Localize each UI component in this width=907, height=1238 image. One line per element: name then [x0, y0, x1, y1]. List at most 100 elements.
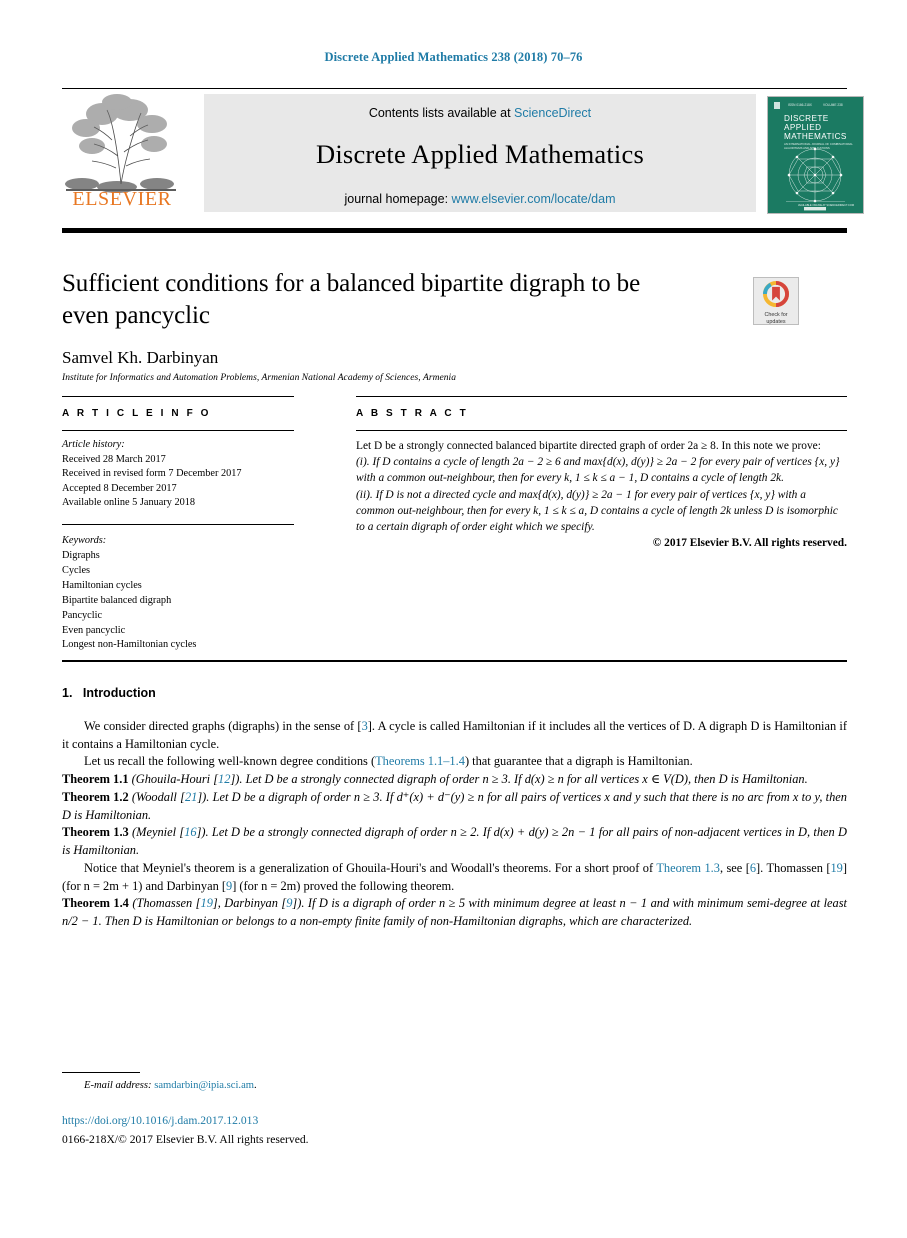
- svg-text:ISSN 0166-218X: ISSN 0166-218X: [788, 103, 813, 107]
- theorem-1-2-name: Theorem 1.2: [62, 789, 129, 804]
- abstract-paragraph-3: (ii). If D is not a directed cycle and m…: [356, 488, 838, 533]
- abstract-paragraph-2: (i). If D contains a cycle of length 2a …: [356, 456, 840, 485]
- theorem-1-3: Theorem 1.3 (Meyniel [16]). Let D be a s…: [62, 824, 847, 859]
- theorem-1-4-attr-pre: (Thomassen [: [128, 896, 201, 911]
- para3-part-c: ]. Thomassen [: [756, 860, 831, 875]
- svg-text:VOLUME 238: VOLUME 238: [823, 103, 843, 107]
- keyword-item: Digraphs: [62, 549, 100, 561]
- abstract-text: Let D be a strongly connected balanced b…: [356, 438, 847, 551]
- citation-ref-21[interactable]: 21: [185, 790, 197, 804]
- info-top-rule: [62, 396, 294, 397]
- citation-ref-19[interactable]: 19: [830, 861, 842, 875]
- crossmark-badge[interactable]: Check for updates: [753, 277, 799, 325]
- theorem-1-3-name: Theorem 1.3: [62, 825, 129, 840]
- doi-link[interactable]: https://doi.org/10.1016/j.dam.2017.12.01…: [62, 1114, 258, 1127]
- abstract-heading: A B S T R A C T: [356, 408, 469, 419]
- svg-text:MATHEMATICS: MATHEMATICS: [784, 132, 847, 141]
- journal-title: Discrete Applied Mathematics: [316, 139, 644, 169]
- theorem-1-4-name: Theorem 1.4: [62, 896, 129, 911]
- journal-cover-thumbnail: ISSN 0166-218X VOLUME 238 DISCRETE APPLI…: [767, 96, 864, 214]
- theorem-1-1-attr-post: ]).: [230, 772, 243, 787]
- article-history-label: Article history:: [62, 439, 125, 450]
- svg-text:APPLIED: APPLIED: [784, 123, 821, 132]
- svg-text:ALGORITHMS AND APPLICATIONS: ALGORITHMS AND APPLICATIONS: [784, 146, 830, 150]
- abstract-top-rule: [356, 396, 847, 397]
- journal-cover-art: ISSN 0166-218X VOLUME 238 DISCRETE APPLI…: [768, 97, 863, 213]
- masthead-top-rule: [62, 88, 847, 89]
- section-heading: 1. Introduction: [62, 686, 156, 700]
- email-footnote: E-mail address: samdarbin@ipia.sci.am.: [84, 1080, 257, 1091]
- crossmark-line1: Check for: [764, 312, 788, 318]
- contents-box: Contents lists available at ScienceDirec…: [204, 94, 756, 212]
- theorem-1-1-attr-pre: (Ghouila-Houri [: [128, 772, 219, 787]
- svg-text:DISCRETE: DISCRETE: [784, 114, 829, 123]
- crossmark-line2: updates: [766, 318, 786, 325]
- para2-part-a: Let us recall the following well-known d…: [84, 754, 376, 769]
- issn-copyright: 0166-218X/© 2017 Elsevier B.V. All right…: [62, 1133, 309, 1146]
- history-item: Received in revised form 7 December 2017: [62, 468, 242, 480]
- citation-ref-12[interactable]: 12: [218, 772, 230, 786]
- footnote-rule: [62, 1072, 140, 1073]
- theorem-1-3-attr-pre: (Meyniel [: [128, 825, 185, 840]
- para2-part-b: ) that guarantee that a digraph is Hamil…: [464, 754, 693, 769]
- theorem-1-3-link[interactable]: Theorem 1.3: [656, 861, 720, 875]
- keywords-block: Keywords: Digraphs Cycles Hamiltonian cy…: [62, 534, 294, 653]
- homepage-prefix: journal homepage:: [344, 192, 449, 206]
- contents-available-line: Contents lists available at ScienceDirec…: [204, 94, 756, 120]
- keyword-item: Cycles: [62, 564, 91, 576]
- keywords-top-rule: [62, 524, 294, 525]
- email-link[interactable]: samdarbin@ipia.sci.am: [154, 1080, 254, 1091]
- citation-ref-16[interactable]: 16: [184, 825, 196, 839]
- theorem-1-4: Theorem 1.4 (Thomassen [19], Darbinyan […: [62, 895, 847, 930]
- keyword-item: Longest non-Hamiltonian cycles: [62, 639, 197, 651]
- journal-masthead: ELSEVIER Contents lists available at Sci…: [62, 88, 864, 214]
- theorem-1-3-attr-post: ]).: [196, 825, 209, 840]
- crossmark-icon: [763, 281, 789, 307]
- elsevier-wordmark: ELSEVIER: [72, 188, 172, 210]
- theorem-1-2-attr-post: ]).: [197, 789, 210, 804]
- para3-part-e: ] (for n = 2m) proved the following theo…: [232, 878, 455, 893]
- svg-text:AVAILABLE ONLINE AT SCIENCEDIR: AVAILABLE ONLINE AT SCIENCEDIRECT.COM: [798, 203, 854, 207]
- article-page: Discrete Applied Mathematics 238 (2018) …: [0, 0, 907, 1238]
- theorems-range-link[interactable]: Theorems 1.1–1.4: [375, 754, 465, 768]
- masthead-bottom-bar: [62, 228, 847, 233]
- keywords-label: Keywords:: [62, 535, 107, 546]
- running-head: Discrete Applied Mathematics 238 (2018) …: [324, 50, 583, 64]
- email-suffix: .: [254, 1080, 257, 1091]
- elsevier-logo: ELSEVIER: [62, 94, 180, 212]
- article-history-block: Article history: Received 28 March 2017 …: [62, 438, 294, 511]
- theorem-1-2: Theorem 1.2 (Woodall [21]). Let D be a d…: [62, 789, 847, 824]
- page-title: Sufficient conditions for a balanced bip…: [62, 270, 641, 329]
- paragraph-intro-1: We consider directed graphs (digraphs) i…: [62, 718, 847, 753]
- abstract-heading-rule: [356, 430, 847, 431]
- keyword-item: Hamiltonian cycles: [62, 579, 142, 591]
- history-item: Accepted 8 December 2017: [62, 482, 177, 494]
- theorem-1-4-attr-mid: ], Darbinyan [: [212, 896, 287, 911]
- history-item: Received 28 March 2017: [62, 453, 166, 465]
- theorem-1-1-name: Theorem 1.1: [62, 772, 129, 787]
- keyword-item: Bipartite balanced digraph: [62, 594, 172, 606]
- theorem-1-1-text: Let D be a strongly connected digraph of…: [242, 772, 808, 787]
- para3-part-a: Notice that Meyniel's theorem is a gener…: [84, 860, 657, 875]
- section-number: 1.: [62, 686, 73, 700]
- abstract-bottom-rule: [62, 660, 847, 662]
- para1-part-a: We consider directed graphs (digraphs) i…: [84, 719, 362, 733]
- theorem-1-1: Theorem 1.1 (Ghouila-Houri [12]). Let D …: [62, 771, 847, 789]
- crossmark-label: Check for updates: [754, 312, 798, 326]
- elsevier-tree-icon: [65, 94, 176, 193]
- history-item: Available online 5 January 2018: [62, 497, 196, 509]
- citation-ref-19b[interactable]: 19: [201, 896, 213, 910]
- contents-prefix: Contents lists available at: [368, 106, 511, 120]
- keyword-item: Pancyclic: [62, 609, 103, 621]
- abstract-copyright: © 2017 Elsevier B.V. All rights reserved…: [652, 537, 847, 550]
- abstract-paragraph-1: Let D be a strongly connected balanced b…: [356, 440, 821, 452]
- article-info-heading: A R T I C L E I N F O: [62, 408, 212, 419]
- journal-homepage-link[interactable]: www.elsevier.com/locate/dam: [452, 192, 616, 206]
- theorem-1-2-attr-pre: (Woodall [: [128, 789, 185, 804]
- keyword-item: Even pancyclic: [62, 624, 126, 636]
- sciencedirect-link[interactable]: ScienceDirect: [514, 106, 591, 120]
- section-title-text: Introduction: [82, 686, 156, 700]
- body-text: We consider directed graphs (digraphs) i…: [62, 718, 847, 931]
- paragraph-notice: Notice that Meyniel's theorem is a gener…: [62, 860, 847, 895]
- journal-homepage-line: journal homepage: www.elsevier.com/locat…: [204, 170, 756, 206]
